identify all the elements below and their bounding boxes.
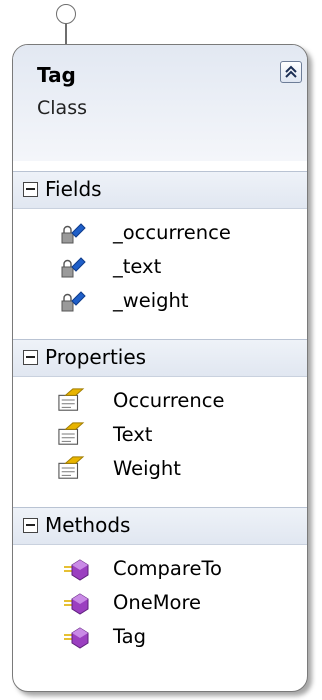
method-icon	[64, 559, 89, 581]
method-icon	[64, 593, 89, 615]
member-label: Text	[113, 423, 153, 446]
member-label: _text	[113, 255, 162, 278]
member-label: Weight	[113, 457, 181, 480]
class-name: Tag	[37, 63, 76, 87]
private-field-icon	[61, 223, 86, 244]
member-label: OneMore	[113, 591, 202, 614]
collapse-minus-icon[interactable]	[23, 182, 38, 197]
member-label: _occurrence	[113, 221, 231, 244]
section-label: Fields	[45, 177, 102, 201]
member-label: Occurrence	[113, 389, 225, 412]
method-item[interactable]: Tag	[13, 621, 307, 655]
collapse-minus-icon[interactable]	[23, 350, 38, 365]
class-shape[interactable]: Tag Class Fields _occurrence _text _weig…	[12, 44, 308, 692]
method-item[interactable]: CompareTo	[13, 553, 307, 587]
property-icon	[58, 456, 85, 479]
class-stereotype: Class	[37, 97, 87, 119]
collapse-minus-icon[interactable]	[23, 518, 38, 533]
section-fields[interactable]: Fields	[13, 171, 307, 209]
property-icon	[58, 422, 85, 445]
property-item[interactable]: Occurrence	[13, 385, 307, 419]
section-methods[interactable]: Methods	[13, 507, 307, 545]
interface-lollipop-icon	[56, 4, 76, 24]
section-label: Methods	[45, 513, 131, 537]
section-label: Properties	[45, 345, 147, 369]
double-chevron-up-icon[interactable]	[280, 61, 302, 83]
field-item[interactable]: _occurrence	[13, 217, 307, 251]
method-item[interactable]: OneMore	[13, 587, 307, 621]
member-label: _weight	[113, 289, 189, 312]
member-label: Tag	[113, 625, 147, 648]
property-item[interactable]: Weight	[13, 453, 307, 487]
private-field-icon	[61, 257, 86, 278]
method-icon	[64, 627, 89, 649]
property-item[interactable]: Text	[13, 419, 307, 453]
field-item[interactable]: _weight	[13, 285, 307, 319]
property-icon	[58, 388, 85, 411]
section-properties[interactable]: Properties	[13, 339, 307, 377]
member-label: CompareTo	[113, 557, 222, 580]
class-header: Tag Class	[13, 45, 307, 161]
field-item[interactable]: _text	[13, 251, 307, 285]
private-field-icon	[61, 291, 86, 312]
